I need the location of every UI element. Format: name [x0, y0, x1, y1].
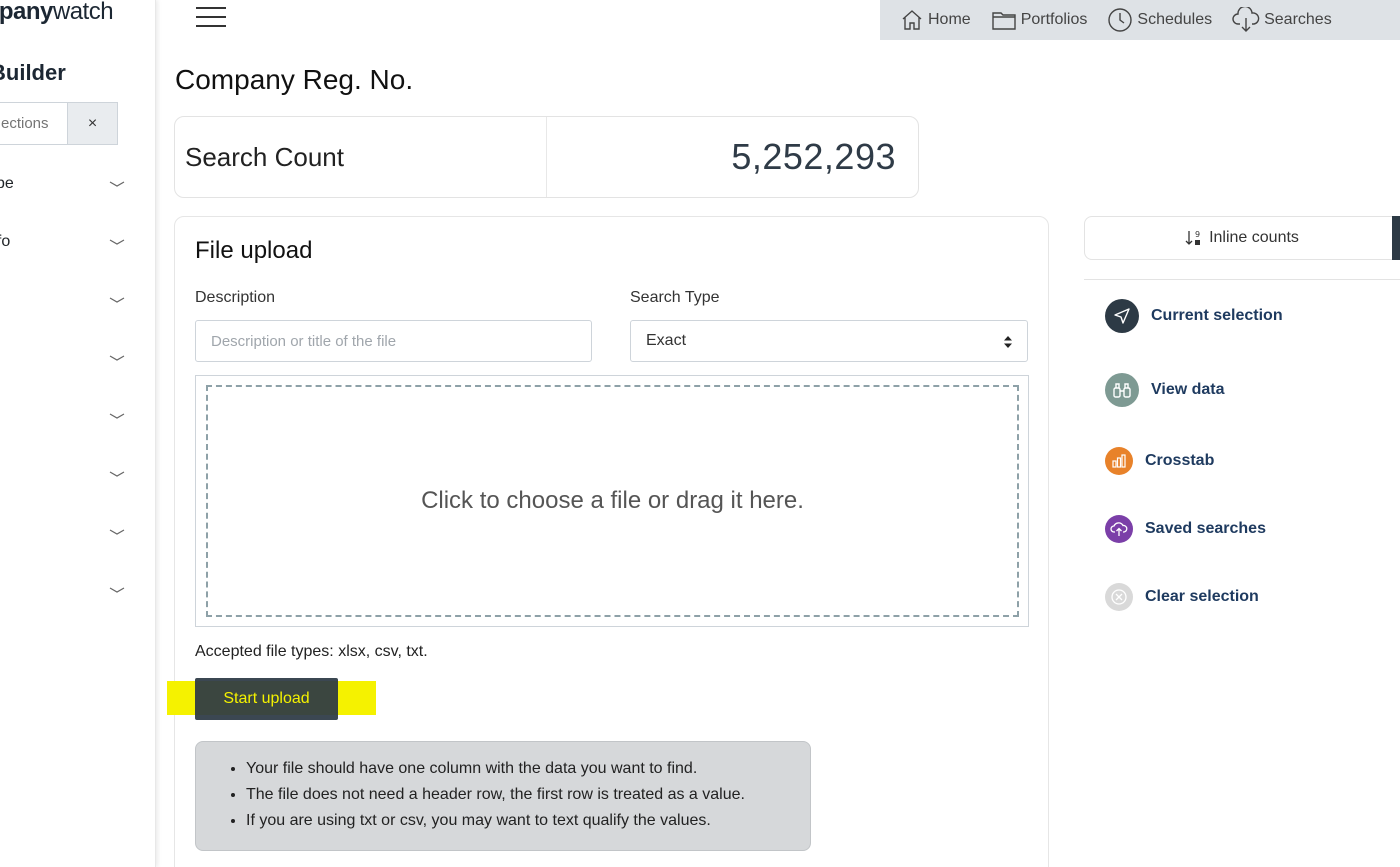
sidebar-section[interactable]: nfo	[0, 213, 155, 271]
chevron-down-icon	[109, 529, 125, 535]
search-type-select[interactable]: Exact	[630, 320, 1028, 362]
panel-tab[interactable]	[1392, 216, 1400, 260]
nav-portfolios[interactable]: Portfolios	[991, 9, 1088, 31]
nav-portfolios-label: Portfolios	[1020, 11, 1088, 28]
sidebar-section[interactable]	[0, 445, 155, 503]
close-circle-icon	[1105, 583, 1133, 611]
sidebar-section[interactable]	[0, 271, 155, 329]
chevron-down-icon	[109, 297, 125, 303]
filter-clear-button[interactable]: ×	[67, 102, 118, 145]
chevron-down-icon	[109, 239, 125, 245]
hamburger-line	[196, 16, 226, 18]
search-type-label: Search Type	[630, 289, 720, 306]
upload-tip: If you are using txt or csv, you may wan…	[246, 808, 790, 834]
upload-tip: Your file should have one column with th…	[246, 756, 790, 782]
accepted-file-types: Accepted file types: xlsx, csv, txt.	[195, 643, 428, 660]
search-count-label: Search Count	[175, 117, 547, 197]
folder-icon	[991, 12, 1016, 30]
current-selection-link[interactable]: Current selection	[1105, 299, 1283, 333]
search-count-card: Search Count 5,252,293	[174, 116, 919, 198]
saved-searches-link[interactable]: Saved searches	[1105, 515, 1266, 543]
chevron-down-icon	[109, 413, 125, 419]
file-upload-card: File upload Description Search Type Exac…	[167, 216, 1049, 867]
logo[interactable]: mpanywatch	[0, 0, 114, 26]
view-data-label: View data	[1151, 381, 1225, 398]
description-input[interactable]	[195, 320, 592, 362]
home-icon	[902, 10, 922, 30]
svg-text:9: 9	[1195, 230, 1200, 239]
builder-title: Builder	[0, 60, 66, 85]
cloud-upload-icon	[1105, 515, 1133, 543]
crosstab-link[interactable]: Crosstab	[1105, 447, 1214, 475]
nav-schedules[interactable]: Schedules	[1107, 7, 1212, 33]
logo-light-text: watch	[52, 0, 114, 25]
sidebar-section-label: nfo	[0, 233, 11, 250]
hamburger-line	[196, 25, 226, 27]
hamburger-menu-button[interactable]	[196, 7, 226, 27]
crosstab-label: Crosstab	[1145, 452, 1215, 469]
search-type-value: Exact	[646, 332, 687, 349]
clear-selection-link[interactable]: Clear selection	[1105, 583, 1259, 611]
divider	[1084, 279, 1400, 280]
nav-searches[interactable]: Searches	[1232, 7, 1332, 33]
chevron-down-icon	[109, 587, 125, 593]
inline-counts-label: Inline counts	[1209, 229, 1299, 246]
cloud-download-icon	[1232, 7, 1260, 32]
hamburger-line	[196, 7, 226, 9]
page-title: Company Reg. No.	[175, 64, 414, 95]
search-count-value: 5,252,293	[731, 136, 896, 177]
bar-chart-icon	[1105, 447, 1133, 475]
chevron-down-icon	[109, 181, 125, 187]
sidebar-section-label: ype	[0, 175, 14, 192]
sidebar-section[interactable]	[0, 561, 155, 619]
nav-home[interactable]: Home	[900, 8, 971, 32]
description-label: Description	[195, 289, 276, 306]
filter-input[interactable]	[0, 102, 67, 145]
sidebar-section[interactable]	[0, 503, 155, 561]
nav-schedules-label: Schedules	[1137, 11, 1213, 28]
current-selection-label: Current selection	[1151, 307, 1283, 324]
sidebar-sections: ype nfo	[0, 155, 155, 619]
dropzone-text: Click to choose a file or drag it here.	[206, 385, 1019, 617]
select-arrows-icon	[1004, 336, 1012, 348]
sidebar: mpanywatch Builder × ype nfo	[0, 0, 156, 867]
file-upload-title: File upload	[195, 237, 313, 264]
upload-tips-box: Your file should have one column with th…	[195, 741, 811, 851]
chevron-down-icon	[109, 471, 125, 477]
start-upload-button[interactable]: Start upload	[195, 678, 338, 720]
saved-searches-label: Saved searches	[1145, 520, 1266, 537]
filter-group: ×	[0, 102, 118, 145]
sidebar-section[interactable]	[0, 387, 155, 445]
logo-bold-text: mpany	[0, 0, 53, 25]
clear-selection-label: Clear selection	[1145, 588, 1259, 605]
upload-tip: The file does not need a header row, the…	[246, 782, 790, 808]
send-icon	[1105, 299, 1139, 333]
file-dropzone[interactable]: Click to choose a file or drag it here.	[195, 375, 1029, 627]
upload-tips-list: Your file should have one column with th…	[246, 756, 790, 834]
nav-home-label: Home	[928, 11, 971, 28]
view-data-link[interactable]: View data	[1105, 373, 1225, 407]
sidebar-section[interactable]	[0, 329, 155, 387]
nav-searches-label: Searches	[1264, 11, 1332, 28]
inline-counts-button[interactable]: 9 Inline counts	[1084, 216, 1400, 260]
chevron-down-icon	[109, 355, 125, 361]
top-navigation: Home Portfolios Schedules Searches	[880, 0, 1400, 40]
clock-icon	[1108, 8, 1133, 32]
sidebar-section[interactable]: ype	[0, 155, 155, 213]
binoculars-icon	[1105, 373, 1139, 407]
sort-numeric-icon: 9	[1185, 230, 1200, 245]
